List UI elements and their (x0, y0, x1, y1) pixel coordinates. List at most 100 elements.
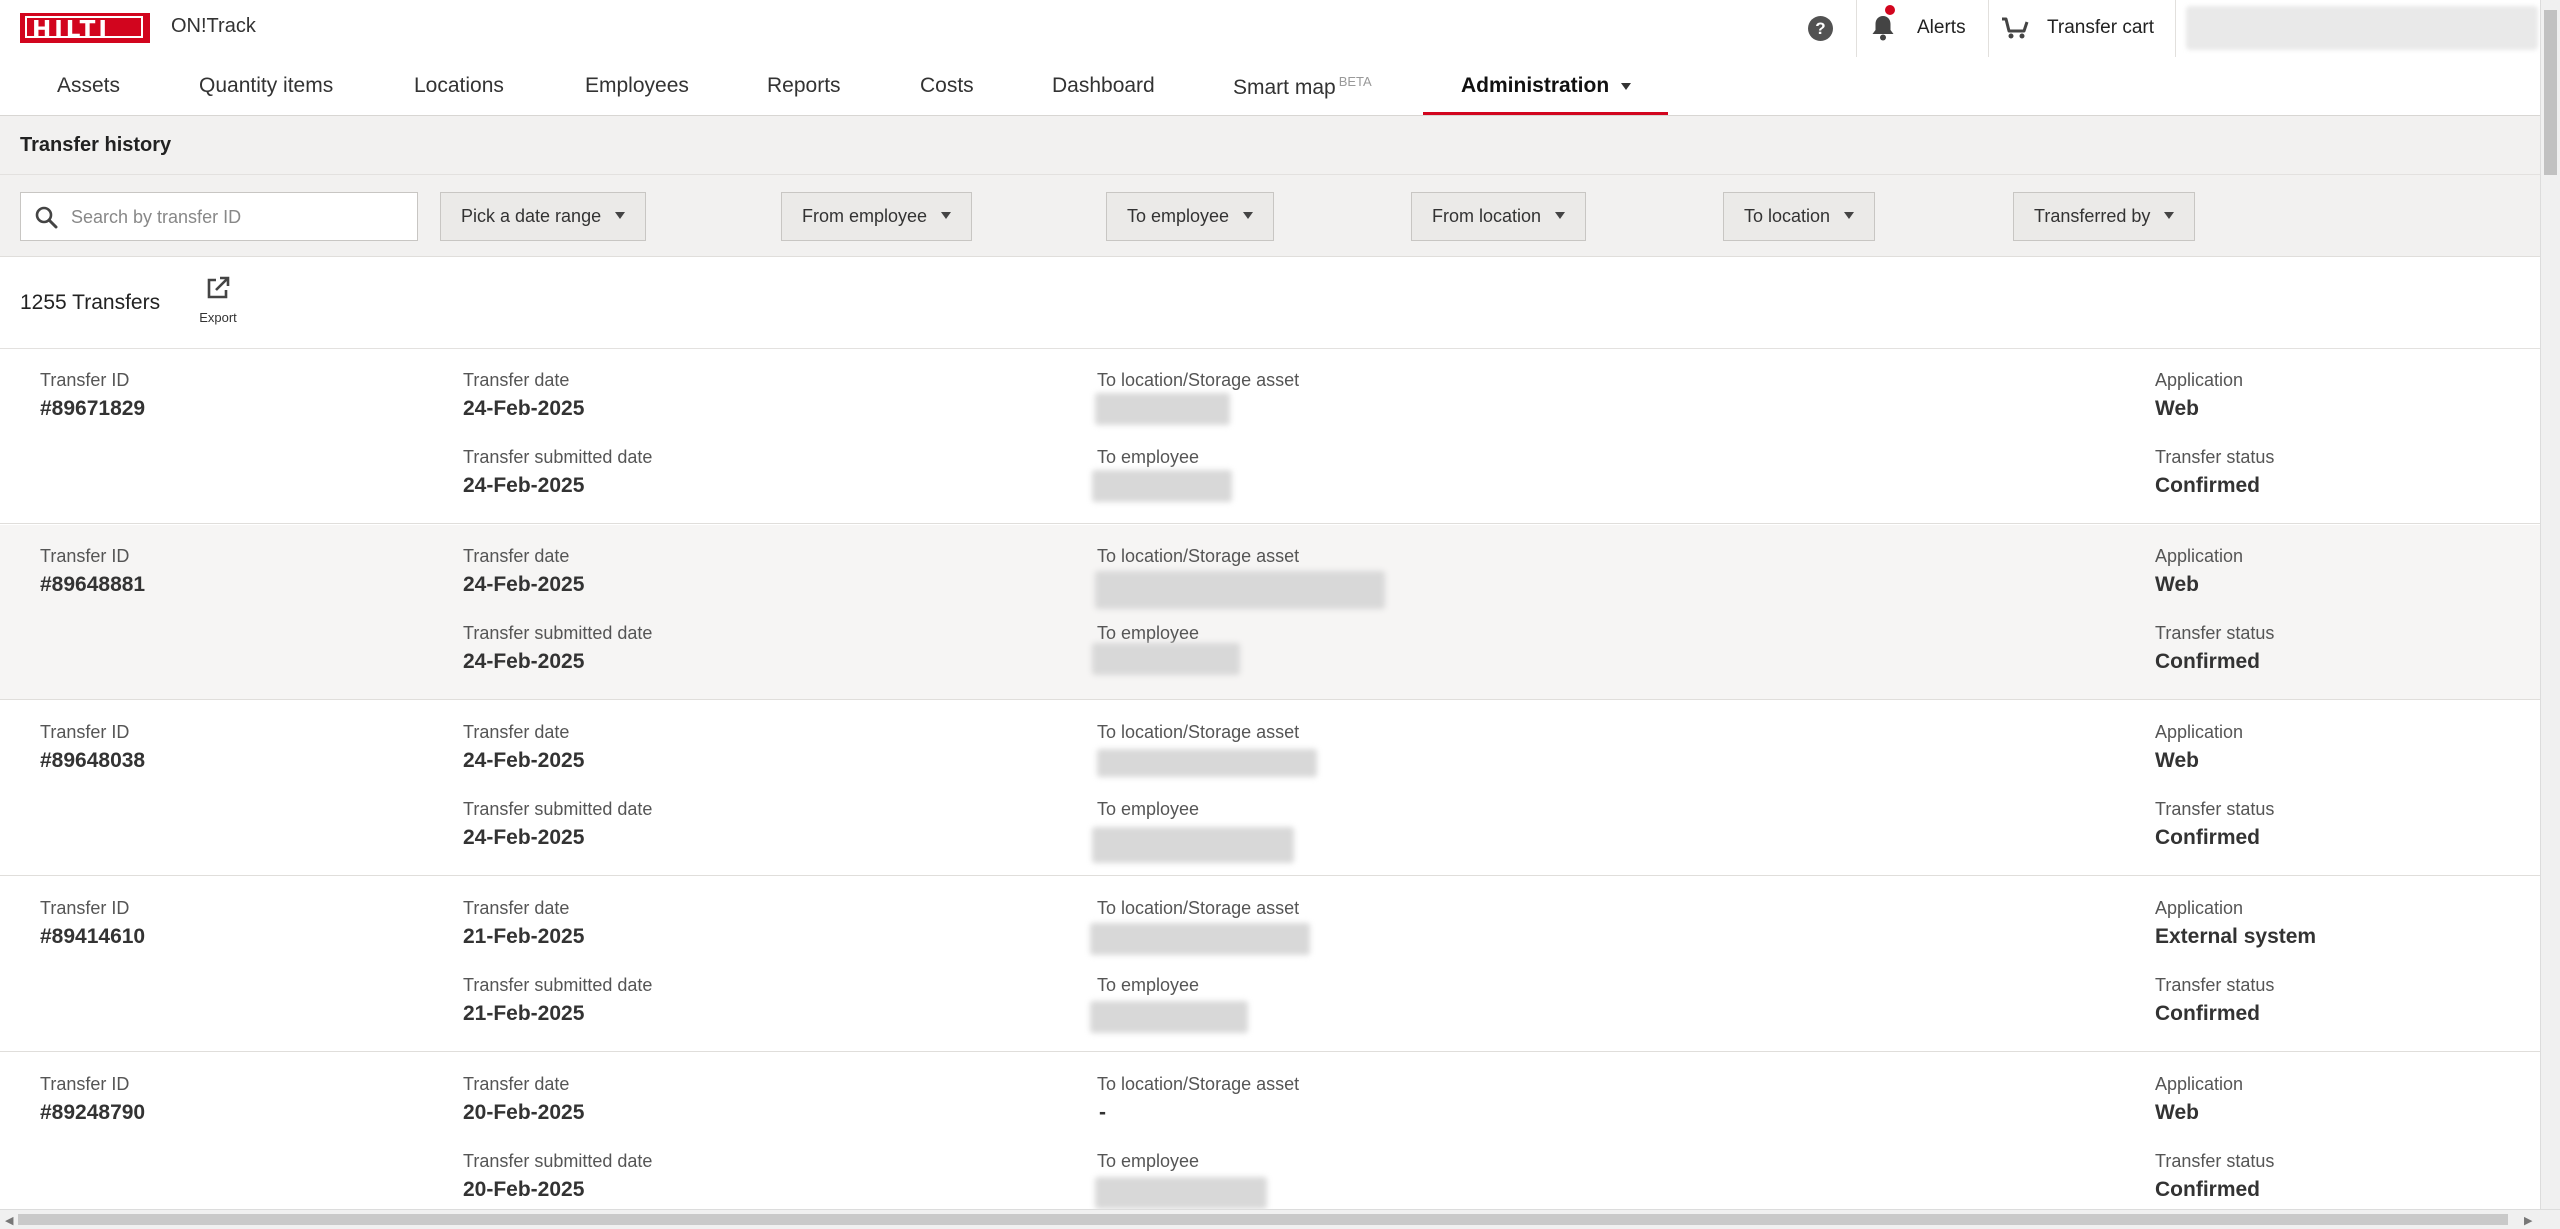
chevron-down-icon (1243, 212, 1254, 220)
application: Web (2155, 749, 2199, 772)
app-title: ON!Track (171, 15, 256, 37)
to-employee-label: To employee (1097, 975, 1200, 995)
application: External system (2155, 925, 2317, 948)
transfer-status: Confirmed (2155, 650, 2260, 673)
to-employee-label: To employee (1097, 799, 1200, 819)
divider (1988, 0, 1989, 57)
divider (2175, 0, 2176, 57)
nav-costs[interactable]: Costs (920, 74, 974, 98)
chevron-down-icon (615, 212, 626, 220)
nav-administration-label: Administration (1461, 74, 1610, 97)
nav-quantity-items[interactable]: Quantity items (199, 74, 333, 98)
nav-employees[interactable]: Employees (585, 74, 689, 98)
scroll-right-icon[interactable]: ▶ (2524, 1214, 2532, 1227)
redacted-location (1097, 749, 1317, 777)
application-label: Application (2155, 722, 2244, 742)
transfer-date-label: Transfer date (463, 1074, 570, 1094)
nav-smart-map[interactable]: Smart map BETA (1233, 74, 1372, 100)
hilti-logo[interactable]: HILTI (20, 13, 150, 43)
submitted-date-label: Transfer submitted date (463, 1151, 653, 1171)
from-employee-label: From employee (802, 206, 928, 226)
to-location-label: To location/Storage asset (1097, 898, 1300, 918)
transfer-cart-button[interactable]: Transfer cart (1990, 0, 2175, 57)
redacted-location (1095, 393, 1230, 425)
transfer-status: Confirmed (2155, 1178, 2260, 1201)
transfer-row[interactable]: Transfer ID #89248790 Transfer date 20-F… (0, 1053, 2540, 1209)
scroll-left-icon[interactable]: ◀ (5, 1214, 13, 1227)
date-range-dropdown[interactable]: Pick a date range (440, 192, 647, 241)
beta-badge: BETA (1338, 74, 1372, 89)
vertical-scrollbar[interactable] (2540, 0, 2560, 1209)
transfer-date: 24-Feb-2025 (463, 749, 585, 772)
page-title: Transfer history (20, 134, 172, 156)
nav-assets[interactable]: Assets (57, 74, 120, 98)
to-employee-label: To employee (1097, 1151, 1200, 1171)
from-location-dropdown[interactable]: From location (1411, 192, 1587, 241)
alert-indicator (1885, 5, 1895, 15)
application: Web (2155, 1101, 2199, 1124)
application-label: Application (2155, 370, 2244, 390)
nav-reports[interactable]: Reports (767, 74, 841, 98)
chevron-down-icon (2164, 212, 2175, 220)
transfer-date-label: Transfer date (463, 722, 570, 742)
application: Web (2155, 397, 2199, 420)
to-employee-label: To employee (1097, 447, 1200, 467)
vertical-scroll-thumb[interactable] (2544, 10, 2557, 175)
from-employee-dropdown[interactable]: From employee (781, 192, 973, 241)
submitted-date: 20-Feb-2025 (463, 1178, 585, 1201)
submitted-date-label: Transfer submitted date (463, 799, 653, 819)
submitted-date-label: Transfer submitted date (463, 623, 653, 643)
submitted-date-label: Transfer submitted date (463, 447, 653, 467)
submitted-date: 24-Feb-2025 (463, 650, 585, 673)
to-employee-label: To employee (1127, 206, 1230, 226)
nav-smart-map-label: Smart map (1233, 76, 1336, 99)
transfer-status-label: Transfer status (2155, 447, 2275, 467)
transfer-row[interactable]: Transfer ID #89414610 Transfer date 21-F… (0, 877, 2540, 1052)
transfer-date-label: Transfer date (463, 370, 570, 390)
bell-icon (1872, 16, 1894, 41)
transfer-count: 1255 Transfers (20, 291, 161, 314)
alerts-button[interactable]: Alerts (1857, 0, 1987, 57)
export-label: Export (199, 310, 237, 325)
help-icon[interactable]: ? (1808, 16, 1833, 41)
transfer-row[interactable]: Transfer ID #89671829 Transfer date 24-F… (0, 349, 2540, 524)
page-header: Transfer history (0, 116, 2540, 175)
transfer-date: 21-Feb-2025 (463, 925, 585, 948)
transfer-id: #89648881 (40, 573, 146, 596)
to-location-dropdown[interactable]: To location (1723, 192, 1876, 241)
search-input[interactable] (69, 203, 403, 231)
nav-dashboard[interactable]: Dashboard (1052, 74, 1155, 98)
to-location-label: To location/Storage asset (1097, 546, 1300, 566)
nav-administration[interactable]: Administration (1461, 74, 1632, 98)
transfer-id-label: Transfer ID (40, 546, 130, 566)
transferred-by-dropdown[interactable]: Transferred by (2013, 192, 2196, 241)
redacted-location (1090, 923, 1310, 955)
alerts-label: Alerts (1917, 17, 1966, 38)
chevron-down-icon (1555, 212, 1566, 220)
horizontal-scrollbar[interactable]: ◀ ▶ (0, 1209, 2560, 1229)
transfer-date: 20-Feb-2025 (463, 1101, 585, 1124)
transfer-date-label: Transfer date (463, 546, 570, 566)
main-nav: Assets Quantity items Locations Employee… (0, 57, 2540, 116)
transfer-id-label: Transfer ID (40, 1074, 130, 1094)
transfer-row[interactable]: Transfer ID #89648038 Transfer date 24-F… (0, 701, 2540, 876)
transfer-id-label: Transfer ID (40, 722, 130, 742)
transfer-status-label: Transfer status (2155, 799, 2275, 819)
export-button[interactable]: Export (196, 275, 240, 325)
application-label: Application (2155, 898, 2244, 918)
redacted-employee (1092, 470, 1232, 502)
transfer-id: #89648038 (40, 749, 146, 772)
user-menu[interactable] (2186, 6, 2538, 50)
horizontal-scroll-thumb[interactable] (18, 1214, 2508, 1225)
submitted-date: 24-Feb-2025 (463, 826, 585, 849)
search-box[interactable] (20, 192, 418, 241)
from-location-label: From location (1432, 206, 1542, 226)
transfer-row[interactable]: Transfer ID #89648881 Transfer date 24-F… (0, 525, 2540, 700)
transfer-status: Confirmed (2155, 474, 2260, 497)
to-employee-dropdown[interactable]: To employee (1106, 192, 1275, 241)
transfer-status-label: Transfer status (2155, 623, 2275, 643)
transfer-cart-label: Transfer cart (2047, 17, 2154, 38)
nav-locations[interactable]: Locations (414, 74, 504, 98)
redacted-employee (1092, 643, 1240, 675)
redacted-employee (1095, 1177, 1267, 1209)
